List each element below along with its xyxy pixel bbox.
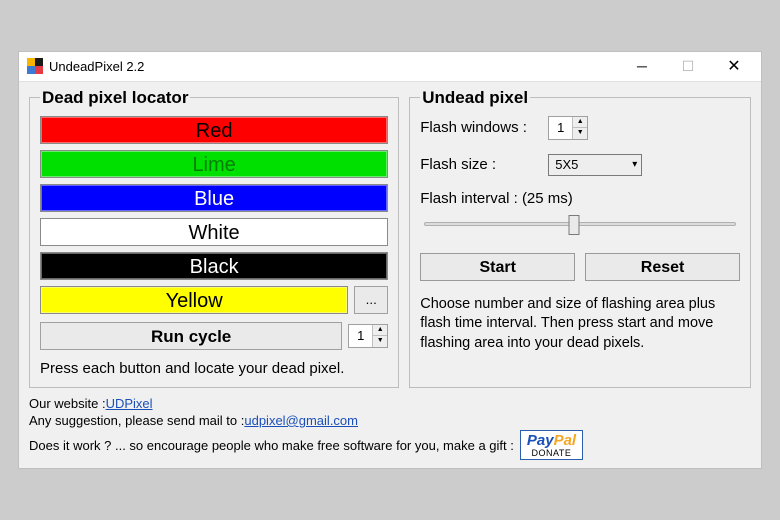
undead-pixel-group: Undead pixel Flash windows : 1 ▲ ▼ Flash… (409, 88, 751, 388)
flash-size-label: Flash size : (420, 156, 540, 173)
locator-legend: Dead pixel locator (40, 88, 190, 108)
app-icon (27, 58, 43, 74)
color-button-blue[interactable]: Blue (40, 184, 388, 212)
color-button-red[interactable]: Red (40, 116, 388, 144)
color-button-yellow[interactable]: Yellow (40, 286, 348, 314)
flash-size-value: 5X5 (555, 157, 578, 172)
slider-track (424, 222, 736, 226)
flash-size-select[interactable]: 5X5 ▾ (548, 154, 642, 176)
website-label: Our website : (29, 396, 106, 411)
dead-pixel-locator-group: Dead pixel locator Red Lime Blue White B… (29, 88, 399, 388)
spinner-up-icon[interactable]: ▲ (573, 117, 587, 129)
run-cycle-button[interactable]: Run cycle (40, 322, 342, 350)
paypal-logo-text: PayPal (527, 433, 576, 449)
undead-description: Choose number and size of flashing area … (420, 295, 740, 354)
flash-windows-spinner[interactable]: 1 ▲ ▼ (548, 116, 588, 140)
app-window: UndeadPixel 2.2 ─ ☐ ✕ Dead pixel locator… (18, 51, 762, 469)
slider-thumb[interactable] (568, 215, 579, 235)
run-count-spinner[interactable]: 1 ▲ ▼ (348, 324, 388, 348)
flash-windows-value: 1 (549, 117, 572, 139)
mail-link[interactable]: udpixel@gmail.com (244, 413, 358, 428)
window-title: UndeadPixel 2.2 (49, 59, 144, 74)
close-button[interactable]: ✕ (711, 51, 757, 81)
paypal-donate-text: DONATE (527, 449, 576, 458)
minimize-button[interactable]: ─ (619, 51, 665, 81)
footer: Our website : UDPixel Any suggestion, pl… (29, 396, 751, 460)
paypal-donate-button[interactable]: PayPal DONATE (520, 430, 583, 460)
spinner-up-icon[interactable]: ▲ (373, 325, 387, 337)
chevron-down-icon: ▾ (632, 159, 637, 170)
start-button[interactable]: Start (420, 253, 575, 281)
more-colors-button[interactable]: ... (354, 286, 388, 314)
color-button-lime[interactable]: Lime (40, 150, 388, 178)
reset-button[interactable]: Reset (585, 253, 740, 281)
color-button-black[interactable]: Black (40, 252, 388, 280)
maximize-button[interactable]: ☐ (665, 51, 711, 81)
flash-windows-label: Flash windows : (420, 119, 540, 136)
flash-interval-slider[interactable] (424, 213, 736, 237)
color-button-white[interactable]: White (40, 218, 388, 246)
spinner-down-icon[interactable]: ▼ (573, 128, 587, 139)
locator-hint: Press each button and locate your dead p… (40, 360, 388, 377)
run-count-value: 1 (349, 325, 372, 347)
titlebar: UndeadPixel 2.2 ─ ☐ ✕ (19, 52, 761, 82)
window-body: Dead pixel locator Red Lime Blue White B… (19, 82, 761, 468)
undead-legend: Undead pixel (420, 88, 530, 108)
spinner-down-icon[interactable]: ▼ (373, 336, 387, 347)
website-link[interactable]: UDPixel (106, 396, 153, 411)
mail-label: Any suggestion, please send mail to : (29, 413, 244, 428)
donate-label: Does it work ? ... so encourage people w… (29, 438, 514, 453)
flash-interval-label: Flash interval : (25 ms) (420, 190, 740, 207)
